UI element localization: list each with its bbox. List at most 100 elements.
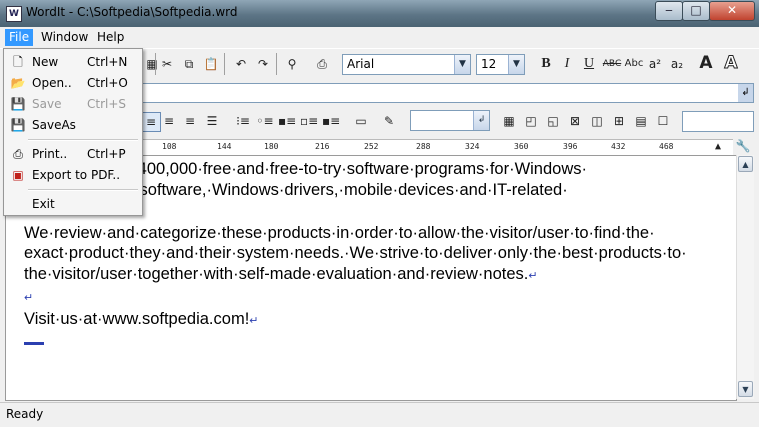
outline-numbering-icon[interactable]: ▪≡: [322, 112, 340, 130]
copy-icon[interactable]: ⧉: [180, 55, 198, 73]
table-delete-icon[interactable]: ⊠: [566, 112, 584, 130]
title-bar: W WordIt - C:\Softpedia\Softpedia.wrd ‒ …: [0, 0, 759, 27]
status-text: Ready: [6, 407, 44, 421]
table-insert-icon[interactable]: ▦: [500, 112, 518, 130]
paragraph-style-combo[interactable]: ↲: [410, 110, 490, 131]
menu-separator: [28, 189, 138, 191]
paragraph-format-icon[interactable]: ✎: [380, 112, 398, 130]
numbering-icon[interactable]: ▫≡: [300, 112, 318, 130]
menu-item-saveas[interactable]: 💾 SaveAs: [6, 115, 140, 135]
redo-icon[interactable]: ↷: [254, 55, 272, 73]
chevron-down-icon[interactable]: ▼: [508, 55, 524, 74]
menu-item-export-pdf[interactable]: ▣ Export to PDF..: [6, 165, 140, 185]
outline-font-button[interactable]: A: [722, 54, 740, 73]
menu-item-shortcut: Ctrl+P: [87, 147, 126, 161]
toolbar-separator: [276, 53, 277, 75]
undo-icon[interactable]: ↶: [232, 55, 250, 73]
style-input[interactable]: ↲: [142, 83, 754, 103]
window-title: WordIt - C:\Softpedia\Softpedia.wrd: [26, 5, 238, 19]
bold-button[interactable]: B: [537, 55, 555, 73]
menu-item-save: 💾 Save Ctrl+S: [6, 94, 140, 114]
font-size-value: 12: [481, 57, 497, 71]
bullets-hollow-icon[interactable]: ◦≡: [256, 112, 274, 130]
find-binoculars-icon[interactable]: ⚲: [283, 55, 301, 73]
indent-icon[interactable]: ▭: [352, 112, 370, 130]
paragraph-mark: ↵: [528, 269, 538, 282]
printer-icon: ⎙: [13, 147, 23, 161]
scroll-up-icon[interactable]: ▲: [738, 156, 753, 172]
menu-file[interactable]: File: [5, 29, 34, 46]
menu-item-label: Export to PDF..: [32, 168, 121, 182]
app-window: W WordIt - C:\Softpedia\Softpedia.wrd ‒ …: [0, 0, 759, 427]
menu-item-label: Save: [32, 97, 62, 111]
menu-item-new[interactable]: 🗋 New Ctrl+N: [6, 52, 140, 72]
menu-bar: File Window Help: [0, 27, 759, 48]
menu-item-label: SaveAs: [32, 118, 76, 132]
align-center-icon[interactable]: ≡: [160, 112, 178, 130]
status-bar: Ready: [0, 402, 759, 427]
table-edit-icon[interactable]: ☐: [654, 112, 672, 130]
save-disk-icon: 💾: [10, 97, 26, 111]
style-apply-icon[interactable]: ↲: [738, 84, 753, 102]
app-icon[interactable]: W: [6, 6, 22, 22]
zoom-input[interactable]: [682, 111, 754, 132]
close-button[interactable]: ✕: [709, 1, 755, 21]
align-left-icon[interactable]: ≡: [141, 112, 161, 132]
menu-item-open[interactable]: 📂 Open.. Ctrl+O: [6, 73, 140, 93]
ruler-tick: 288: [416, 142, 431, 151]
doc-line: the·visitor/user·together·with·self-made…: [24, 264, 529, 283]
table-row-icon[interactable]: ◰: [522, 112, 540, 130]
cut-icon[interactable]: ✂: [158, 55, 176, 73]
doc-line: Visit·us·at·www.softpedia.com!: [24, 309, 250, 328]
font-color-button[interactable]: A: [697, 54, 715, 72]
menu-separator: [28, 139, 138, 141]
new-document-icon: 🗋: [13, 55, 23, 69]
menu-item-exit[interactable]: Exit: [6, 194, 140, 214]
chevron-down-icon[interactable]: ▼: [454, 55, 470, 74]
subscript-button[interactable]: a₂: [668, 55, 686, 73]
small-caps-button[interactable]: Abc: [623, 55, 645, 73]
ruler-tick: 252: [364, 142, 379, 151]
ruler-tick: 468: [659, 142, 674, 151]
open-folder-icon: 📂: [10, 76, 26, 90]
underline-button[interactable]: U: [580, 55, 598, 73]
font-name-combo[interactable]: Arial ▼: [342, 54, 471, 75]
superscript-button[interactable]: a²: [646, 55, 664, 73]
justify-icon[interactable]: ☰: [203, 112, 221, 130]
menu-item-label: Exit: [32, 197, 55, 211]
menu-window[interactable]: Window: [37, 29, 92, 46]
ruler[interactable]: 108 144 180 216 252 288 324 360 396 432 …: [142, 139, 733, 156]
menu-item-label: Open..: [32, 76, 72, 90]
paste-icon[interactable]: 📋: [202, 55, 220, 73]
square-bullets-icon[interactable]: ▪≡: [278, 112, 296, 130]
menu-item-print[interactable]: ⎙ Print.. Ctrl+P: [6, 144, 140, 164]
italic-button[interactable]: I: [558, 55, 576, 73]
ruler-tick: 360: [514, 142, 529, 151]
scroll-down-icon[interactable]: ▼: [738, 381, 753, 397]
table-column-icon[interactable]: ◱: [544, 112, 562, 130]
pdf-icon: ▣: [12, 168, 24, 182]
table-properties-icon[interactable]: ▤: [632, 112, 650, 130]
align-right-icon[interactable]: ≡: [181, 112, 199, 130]
ruler-tick: 396: [563, 142, 578, 151]
maximize-button[interactable]: □: [682, 1, 710, 21]
vertical-scrollbar[interactable]: ▲ ▼: [736, 155, 754, 399]
table-split-icon[interactable]: ◫: [588, 112, 606, 130]
ruler-tick: 144: [217, 142, 232, 151]
wrench-icon[interactable]: 🔧: [733, 139, 753, 155]
table-merge-icon[interactable]: ⊞: [610, 112, 628, 130]
bullets-icon[interactable]: ⁝≡: [234, 112, 252, 130]
strikethrough-button[interactable]: ABC: [601, 55, 623, 73]
ruler-tick: 216: [315, 142, 330, 151]
menu-help[interactable]: Help: [93, 29, 128, 46]
apply-arrow-icon[interactable]: ↲: [473, 111, 489, 130]
minimize-button[interactable]: ‒: [655, 1, 683, 21]
menu-item-shortcut: Ctrl+O: [87, 76, 128, 90]
font-size-combo[interactable]: 12 ▼: [476, 54, 525, 75]
file-menu-dropdown: 🗋 New Ctrl+N 📂 Open.. Ctrl+O 💾 Save Ctrl…: [3, 48, 143, 216]
doc-line: exact·product·they·and·their·system·need…: [24, 244, 687, 262]
right-margin-marker-icon[interactable]: ▲: [715, 141, 721, 152]
print-icon[interactable]: ⎙: [313, 55, 331, 73]
doc-line: We·review·and·categorize·these·products·…: [24, 223, 655, 242]
toolbar-separator: [224, 53, 225, 75]
